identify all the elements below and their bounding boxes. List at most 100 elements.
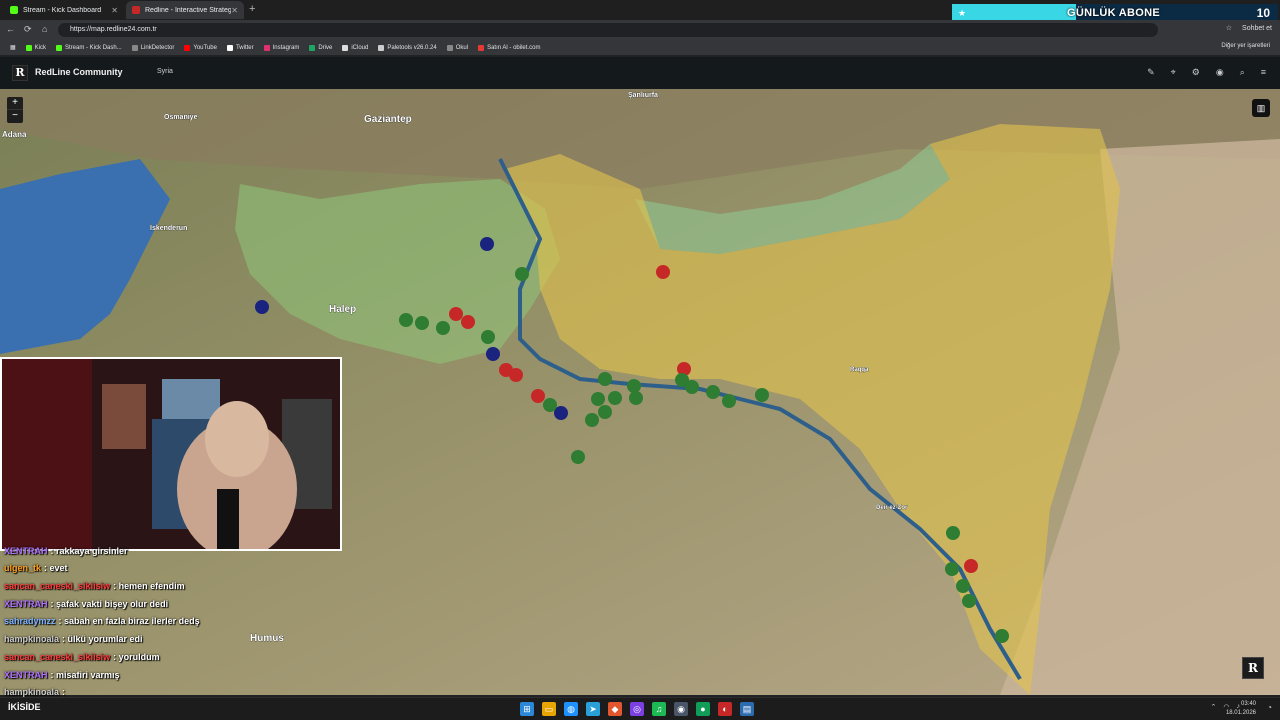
redline-logo: R	[12, 65, 28, 81]
instagram-icon	[263, 44, 270, 51]
marker-red[interactable]	[461, 315, 475, 329]
discord-icon[interactable]: ◉	[674, 702, 688, 716]
spotify-icon[interactable]: ♫	[652, 702, 666, 716]
city-label-deir-ez-zor: Deir ez-Zor	[876, 505, 908, 511]
zoom-out-button[interactable]: −	[7, 110, 23, 123]
marker-green[interactable]	[608, 391, 622, 405]
redline-icon	[132, 6, 140, 14]
marker-green[interactable]	[415, 316, 429, 330]
bookmark-obilet[interactable]: Satın Al - obilet.com	[478, 44, 540, 51]
bookmark-paletools[interactable]: Paletools v26.0.24	[378, 44, 437, 51]
bookmark-label: YouTube	[193, 44, 217, 51]
marker-green[interactable]	[543, 398, 557, 412]
marker-green[interactable]	[706, 385, 720, 399]
menu-icon[interactable]: ≡	[1261, 67, 1266, 78]
marker-green[interactable]	[945, 562, 959, 576]
url-field[interactable]: https://map.redline24.com.tr	[58, 23, 1158, 37]
marker-blue[interactable]	[255, 300, 269, 314]
kick-icon	[25, 44, 32, 51]
redline-badge[interactable]: R	[1242, 657, 1264, 679]
bookmark-icloud[interactable]: iCloud	[342, 44, 368, 51]
stream-chat-overlay: XENTRAH: rakkaya girsinler ulgen_tk: eve…	[0, 543, 360, 720]
star-icon[interactable]: ☆	[1226, 24, 1232, 32]
marker-green[interactable]	[629, 391, 643, 405]
marker-green[interactable]	[436, 321, 450, 335]
windows-start-icon[interactable]: ⊞	[520, 702, 534, 716]
telegram-icon[interactable]: ➤	[586, 702, 600, 716]
apps-icon[interactable]: ▦	[10, 44, 16, 51]
chrome-icon[interactable]: ●	[696, 702, 710, 716]
camera-icon[interactable]: ◉	[1216, 67, 1224, 78]
taskbar-apps: ⊞ ▭ ◍ ➤ ◆ ◎ ♫ ◉ ● ◐ ▤	[520, 702, 754, 716]
marker-red[interactable]	[449, 307, 463, 321]
pin-icon[interactable]: ⌖	[1171, 67, 1176, 78]
bookmark-kick-dashboard[interactable]: Stream - Kick Dash...	[56, 44, 122, 51]
obs-icon[interactable]: ◐	[718, 702, 732, 716]
marker-blue[interactable]	[486, 347, 500, 361]
clock-time: 03:40	[1240, 701, 1256, 707]
marker-green[interactable]	[399, 313, 413, 327]
marker-green[interactable]	[598, 405, 612, 419]
kick-icon	[10, 6, 18, 14]
bookmark-linkdetector[interactable]: LinkDetector	[131, 44, 175, 51]
chevron-up-icon[interactable]: ⌃	[1211, 703, 1217, 711]
new-tab-button[interactable]: +	[249, 3, 255, 15]
marker-green[interactable]	[591, 392, 605, 406]
profile-button[interactable]: Sohbet et	[1242, 25, 1272, 32]
tab-kick-dashboard[interactable]: Stream - Kick Dashboard ✕	[4, 1, 124, 19]
marker-green[interactable]	[962, 594, 976, 608]
marker-green[interactable]	[995, 629, 1009, 643]
settings-icon[interactable]: ⚙	[1192, 67, 1200, 78]
bookmark-drive[interactable]: Drive	[309, 44, 332, 51]
marker-green[interactable]	[627, 379, 641, 393]
city-label-raqqa: Raqqa	[850, 367, 869, 373]
chat-message: sancan_caneski_sikiisiw: hemen efendim	[4, 581, 185, 591]
bookmark-youtube[interactable]: YouTube	[184, 44, 217, 51]
folder-icon	[446, 44, 453, 51]
x-icon	[226, 44, 233, 51]
other-bookmarks[interactable]: Diğer yer işaretleri	[1221, 43, 1270, 49]
marker-green[interactable]	[946, 526, 960, 540]
brave-icon[interactable]: ◆	[608, 702, 622, 716]
youtube-icon	[184, 44, 191, 51]
notepad-icon[interactable]: ▤	[740, 702, 754, 716]
marker-red[interactable]	[509, 368, 523, 382]
file-explorer-icon[interactable]: ▭	[542, 702, 556, 716]
marker-red[interactable]	[964, 559, 978, 573]
reload-icon[interactable]: ⟳	[24, 24, 32, 35]
notification-bell-icon[interactable]: ◔	[1267, 703, 1272, 712]
bookmark-okul[interactable]: Okul	[446, 44, 468, 51]
home-icon[interactable]: ⌂	[42, 24, 47, 34]
zoom-in-button[interactable]: +	[7, 97, 23, 110]
search-icon[interactable]: ⌕	[1240, 67, 1245, 78]
bookmark-twitter[interactable]: Twitter	[226, 44, 254, 51]
address-bar-row: ← ⟳ ⌂ https://map.redline24.com.tr	[0, 20, 1280, 40]
bookmark-label: LinkDetector	[140, 44, 175, 51]
app-icon[interactable]: ◎	[630, 702, 644, 716]
system-clock[interactable]: 03:40 18.01.2026	[1226, 700, 1256, 718]
marker-green[interactable]	[585, 413, 599, 427]
tab-redline-map[interactable]: Redline - Interactive Strategic Map ✕	[126, 1, 244, 19]
marker-red[interactable]	[531, 389, 545, 403]
marker-green[interactable]	[515, 267, 529, 281]
marker-green[interactable]	[571, 450, 585, 464]
back-icon[interactable]: ←	[6, 24, 15, 34]
close-tab-icon[interactable]: ✕	[231, 6, 238, 15]
bookmark-kick[interactable]: Kick	[25, 44, 46, 51]
region-selector[interactable]: Syria	[157, 68, 173, 75]
browser-icon[interactable]: ◍	[564, 702, 578, 716]
pen-icon[interactable]: ✎	[1147, 67, 1155, 78]
bookmark-instagram[interactable]: Instagram	[263, 44, 299, 51]
marker-green[interactable]	[685, 380, 699, 394]
banner-text: GÜNLÜK ABONE	[1067, 7, 1161, 19]
marker-red[interactable]	[656, 265, 670, 279]
app-title: RedLine Community	[35, 67, 123, 77]
marker-green[interactable]	[598, 372, 612, 386]
layers-icon[interactable]: ▥	[1252, 99, 1270, 117]
marker-green[interactable]	[481, 330, 495, 344]
marker-green[interactable]	[956, 579, 970, 593]
marker-blue[interactable]	[480, 237, 494, 251]
marker-green[interactable]	[722, 394, 736, 408]
marker-green[interactable]	[755, 388, 769, 402]
close-tab-icon[interactable]: ✕	[111, 6, 118, 15]
